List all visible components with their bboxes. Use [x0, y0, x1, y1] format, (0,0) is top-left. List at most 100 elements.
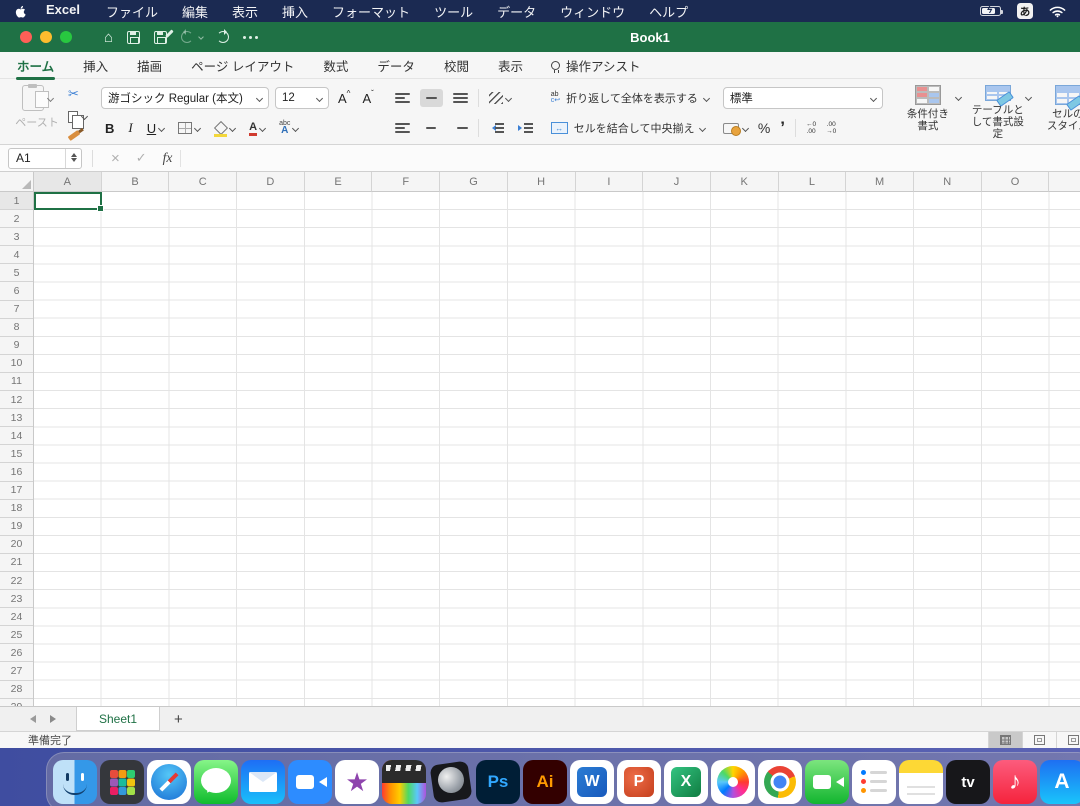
percent-style-button[interactable]: %: [758, 120, 770, 136]
page-break-view-button[interactable]: [1057, 732, 1080, 748]
column-header[interactable]: H: [508, 172, 576, 192]
column-header[interactable]: [1049, 172, 1080, 192]
increase-decimal-button[interactable]: ←0 .00: [806, 121, 816, 135]
merge-center-button[interactable]: セルを結合して中央揃え: [574, 120, 695, 136]
accounting-format-button[interactable]: [723, 123, 748, 134]
row-header[interactable]: 3: [0, 228, 33, 246]
comma-style-button[interactable]: ’: [780, 123, 785, 133]
row-header[interactable]: 4: [0, 246, 33, 264]
dock-mail-icon[interactable]: [241, 760, 285, 804]
redo-icon[interactable]: [217, 31, 229, 43]
dock-imovie-icon[interactable]: ★: [335, 760, 379, 804]
decrease-font-size-button[interactable]: Aˇ: [359, 91, 376, 106]
format-painter-icon[interactable]: [68, 130, 81, 141]
ribbon-tab[interactable]: データ: [376, 52, 416, 79]
copy-icon[interactable]: [68, 111, 78, 123]
column-header[interactable]: A: [34, 172, 102, 192]
wifi-icon[interactable]: [1049, 5, 1066, 18]
dock-reminders-icon[interactable]: [852, 760, 896, 804]
row-header[interactable]: 24: [0, 608, 33, 626]
menubar-item[interactable]: フォーマット: [332, 2, 410, 21]
font-name-combobox[interactable]: 游ゴシック Regular (本文): [101, 87, 269, 109]
row-header[interactable]: 29: [0, 699, 33, 706]
dock-messages-icon[interactable]: [194, 760, 238, 804]
menubar-item[interactable]: 編集: [182, 2, 208, 21]
select-all-corner[interactable]: [0, 172, 34, 192]
increase-font-size-button[interactable]: A^: [335, 91, 353, 106]
insert-function-icon[interactable]: fx: [155, 150, 181, 166]
dock-diskspeed-icon[interactable]: [429, 760, 473, 804]
cells-area[interactable]: [34, 192, 1080, 706]
decrease-decimal-button[interactable]: .00 →0: [826, 121, 836, 135]
more-toolbar-options-icon[interactable]: [243, 36, 246, 39]
row-header[interactable]: 13: [0, 409, 33, 427]
column-header[interactable]: O: [982, 172, 1050, 192]
row-header[interactable]: 21: [0, 554, 33, 572]
menubar-item[interactable]: Excel: [46, 2, 80, 21]
save-icon[interactable]: [127, 31, 140, 44]
row-header[interactable]: 2: [0, 210, 33, 228]
input-method-icon[interactable]: あ: [1017, 3, 1033, 19]
dock-illustrator-icon[interactable]: Ai: [523, 760, 567, 804]
dock-facetime-icon[interactable]: [805, 760, 849, 804]
normal-view-button[interactable]: [989, 732, 1022, 748]
dock-excel-icon[interactable]: X: [664, 760, 708, 804]
wrap-text-button[interactable]: 折り返して全体を表示する: [566, 90, 698, 106]
font-size-combobox[interactable]: 12: [275, 87, 329, 109]
column-header[interactable]: L: [779, 172, 847, 192]
row-header[interactable]: 19: [0, 518, 33, 536]
add-sheet-button[interactable]: +: [160, 707, 197, 731]
menubar-item[interactable]: ウィンドウ: [560, 2, 625, 21]
zoom-window-button[interactable]: [60, 31, 72, 43]
next-sheet-arrow-icon[interactable]: [50, 715, 60, 723]
row-header[interactable]: 20: [0, 536, 33, 554]
increase-indent-button[interactable]: [514, 119, 537, 137]
format-as-table-button[interactable]: テーブルとして書式設定: [967, 85, 1029, 140]
column-header[interactable]: N: [914, 172, 982, 192]
row-header[interactable]: 5: [0, 264, 33, 282]
dock-appstore-icon[interactable]: A: [1040, 760, 1080, 804]
bold-button[interactable]: B: [105, 121, 114, 136]
align-center-button[interactable]: [420, 119, 443, 137]
menubar-item[interactable]: ファイル: [106, 2, 158, 21]
tab-assist[interactable]: 操作アシスト: [551, 56, 641, 75]
row-header[interactable]: 7: [0, 301, 33, 319]
home-icon[interactable]: ⌂: [104, 30, 113, 45]
text-orientation-button[interactable]: [485, 89, 515, 107]
font-color-button[interactable]: A: [245, 121, 269, 135]
column-header[interactable]: G: [440, 172, 508, 192]
row-header[interactable]: 1: [0, 192, 33, 210]
dock-photos-icon[interactable]: [711, 760, 755, 804]
row-header[interactable]: 26: [0, 644, 33, 662]
ribbon-tab[interactable]: ページ レイアウト: [190, 52, 295, 79]
row-header[interactable]: 27: [0, 662, 33, 680]
conditional-formatting-button[interactable]: 条件付き書式: [897, 85, 959, 140]
dock-powerpoint-icon[interactable]: P: [617, 760, 661, 804]
row-header[interactable]: 8: [0, 319, 33, 337]
dock-notes-icon[interactable]: [899, 760, 943, 804]
undo-icon[interactable]: [181, 31, 193, 43]
menubar-item[interactable]: データ: [497, 2, 536, 21]
align-bottom-button[interactable]: [449, 89, 472, 107]
fill-color-button[interactable]: [210, 122, 239, 135]
apple-logo-icon[interactable]: [14, 4, 28, 19]
align-middle-button[interactable]: [420, 89, 443, 107]
column-header[interactable]: D: [237, 172, 305, 192]
column-header[interactable]: I: [576, 172, 644, 192]
ribbon-tab[interactable]: 数式: [322, 52, 349, 79]
dock-word-icon[interactable]: W: [570, 760, 614, 804]
borders-button[interactable]: [174, 122, 204, 134]
cell-styles-button[interactable]: セルのスタイル: [1037, 85, 1080, 140]
number-format-combobox[interactable]: 標準: [723, 87, 883, 109]
dock-zoom-icon[interactable]: [288, 760, 332, 804]
underline-button[interactable]: U: [143, 121, 168, 136]
page-layout-view-button[interactable]: [1023, 732, 1056, 748]
italic-button[interactable]: I: [128, 120, 132, 136]
row-header[interactable]: 11: [0, 373, 33, 391]
align-top-button[interactable]: [391, 89, 414, 107]
row-header[interactable]: 12: [0, 391, 33, 409]
menubar-item[interactable]: ツール: [434, 2, 473, 21]
name-box-stepper[interactable]: [65, 149, 81, 168]
enter-icon[interactable]: ✓: [128, 150, 155, 166]
menubar-item[interactable]: ヘルプ: [649, 2, 688, 21]
